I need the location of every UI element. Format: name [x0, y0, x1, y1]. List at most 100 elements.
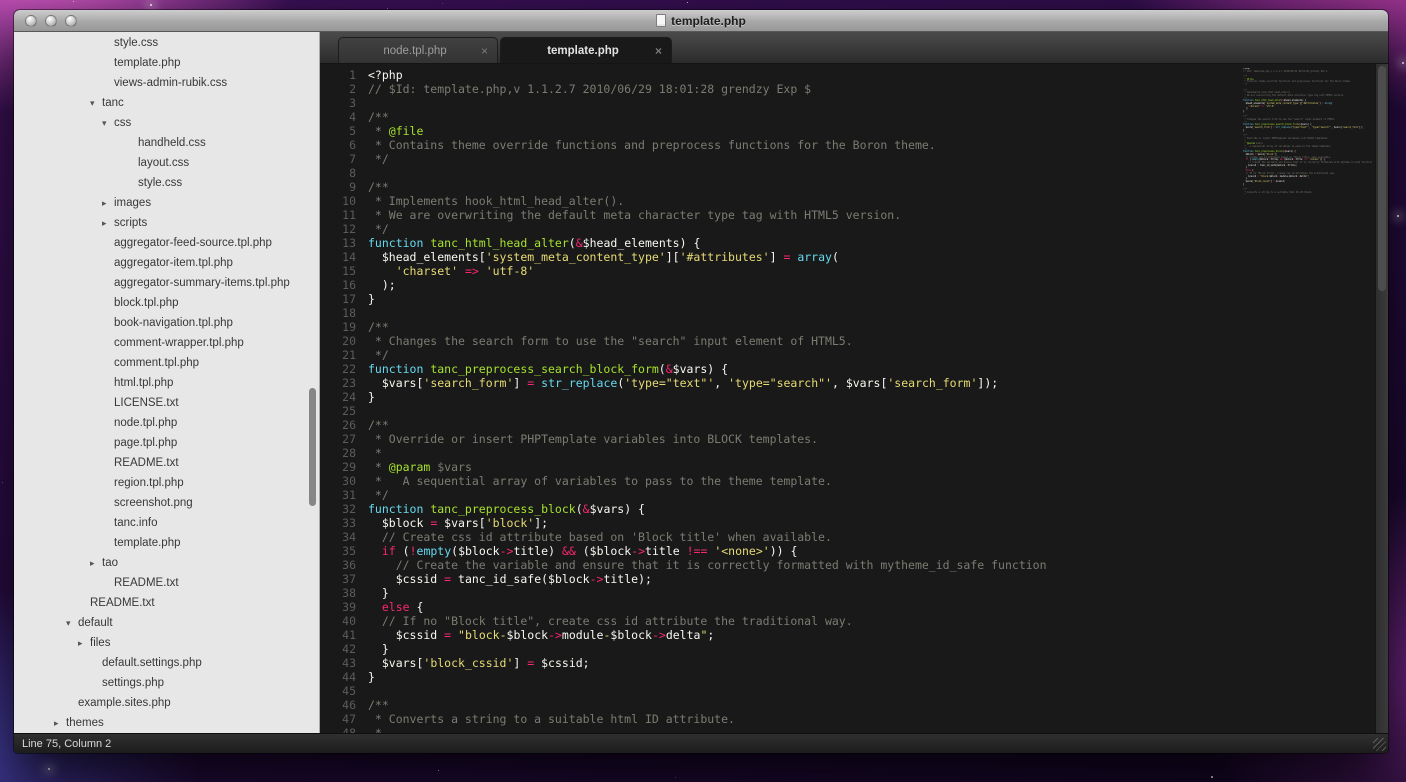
code-line[interactable]: */	[368, 222, 1047, 236]
tree-item[interactable]: style.css	[14, 33, 319, 53]
tree-item[interactable]: ▸images	[14, 193, 319, 213]
tree-item[interactable]: template.php	[14, 533, 319, 553]
code-line[interactable]: * A sequential array of variables to pas…	[368, 474, 1047, 488]
tree-item[interactable]: ▸tao	[14, 553, 319, 573]
code-line[interactable]: $cssid = tanc_id_safe($block->title);	[368, 572, 1047, 586]
code-line[interactable]: function tanc_preprocess_block(&$vars) {	[368, 502, 1047, 516]
tree-item[interactable]: block.tpl.php	[14, 293, 319, 313]
tree-item[interactable]: comment-wrapper.tpl.php	[14, 333, 319, 353]
code-line[interactable]: /**	[368, 418, 1047, 432]
tree-item[interactable]: screenshot.png	[14, 493, 319, 513]
tree-item[interactable]: ▸files	[14, 633, 319, 653]
tree-item[interactable]: ▾tanc	[14, 93, 319, 113]
code-line[interactable]: );	[368, 278, 1047, 292]
tree-item[interactable]: node.tpl.php	[14, 413, 319, 433]
tree-item[interactable]: ▸themes	[14, 713, 319, 733]
code-line[interactable]	[368, 404, 1047, 418]
code-line[interactable]: *	[368, 726, 1047, 733]
code-line[interactable]: $head_elements['system_meta_content_type…	[368, 250, 1047, 264]
code-line[interactable]: 'charset' => 'utf-8'	[368, 264, 1047, 278]
code-line[interactable]: else {	[368, 600, 1047, 614]
code-line[interactable]: <?php	[368, 68, 1047, 82]
code-line[interactable]: // Create css id attribute based on 'Blo…	[368, 530, 1047, 544]
disclosure-triangle-icon[interactable]: ▸	[90, 553, 102, 573]
tab-close-icon[interactable]: ×	[475, 45, 488, 57]
tree-item[interactable]: book-navigation.tpl.php	[14, 313, 319, 333]
tree-item[interactable]: aggregator-summary-items.tpl.php	[14, 273, 319, 293]
code-line[interactable]: * Implements hook_html_head_alter().	[368, 194, 1047, 208]
code-line[interactable]: /**	[368, 698, 1047, 712]
code-line[interactable]: $cssid = "block-$block->module-$block->d…	[368, 628, 1047, 642]
code-line[interactable]: // Create the variable and ensure that i…	[368, 558, 1047, 572]
tree-item[interactable]: page.tpl.php	[14, 433, 319, 453]
code-area[interactable]: <?php// $Id: template.php,v 1.1.2.7 2010…	[368, 68, 1047, 733]
code-line[interactable]: * @param $vars	[368, 460, 1047, 474]
code-line[interactable]: $vars['block_cssid'] = $cssid;	[368, 656, 1047, 670]
tree-item[interactable]: tanc.info	[14, 513, 319, 533]
code-line[interactable]	[368, 306, 1047, 320]
code-line[interactable]: }	[368, 670, 1047, 684]
tree-item[interactable]: example.sites.php	[14, 693, 319, 713]
code-line[interactable]	[368, 684, 1047, 698]
code-editor[interactable]: 1234567891011121314151617181920212223242…	[320, 64, 1388, 733]
code-line[interactable]: */	[368, 348, 1047, 362]
tree-item[interactable]: style.css	[14, 173, 319, 193]
disclosure-triangle-icon[interactable]: ▸	[102, 193, 114, 213]
disclosure-triangle-icon[interactable]: ▾	[102, 113, 114, 133]
code-line[interactable]: *	[368, 446, 1047, 460]
tree-item[interactable]: html.tpl.php	[14, 373, 319, 393]
tree-item[interactable]: aggregator-item.tpl.php	[14, 253, 319, 273]
code-line[interactable]: */	[368, 152, 1047, 166]
disclosure-triangle-icon[interactable]: ▸	[102, 213, 114, 233]
code-line[interactable]: /**	[368, 180, 1047, 194]
tab-close-icon[interactable]: ×	[649, 45, 662, 57]
tree-item[interactable]: handheld.css	[14, 133, 319, 153]
tab-template.php[interactable]: template.php×	[500, 37, 672, 63]
tree-item[interactable]: layout.css	[14, 153, 319, 173]
sidebar-scrollbar[interactable]	[309, 388, 316, 506]
tree-item[interactable]: views-admin-rubik.css	[14, 73, 319, 93]
tree-item[interactable]: region.tpl.php	[14, 473, 319, 493]
disclosure-triangle-icon[interactable]: ▾	[90, 93, 102, 113]
code-line[interactable]: function tanc_html_head_alter(&$head_ele…	[368, 236, 1047, 250]
code-line[interactable]: * Override or insert PHPTemplate variabl…	[368, 432, 1047, 446]
code-line[interactable]: $vars['search_form'] = str_replace('type…	[368, 376, 1047, 390]
code-line[interactable]: }	[368, 292, 1047, 306]
tree-item[interactable]: README.txt	[14, 593, 319, 613]
code-line[interactable]: * Changes the search form to use the "se…	[368, 334, 1047, 348]
code-line[interactable]: }	[368, 390, 1047, 404]
code-line[interactable]: * Converts a string to a suitable html I…	[368, 712, 1047, 726]
code-line[interactable]: }	[368, 642, 1047, 656]
code-line[interactable]: // $Id: template.php,v 1.1.2.7 2010/06/2…	[368, 82, 1047, 96]
disclosure-triangle-icon[interactable]: ▸	[54, 713, 66, 733]
tree-item[interactable]: ▾css	[14, 113, 319, 133]
code-line[interactable]: // If no "Block title", create css id at…	[368, 614, 1047, 628]
tree-item[interactable]: template.php	[14, 53, 319, 73]
tree-item[interactable]: comment.tpl.php	[14, 353, 319, 373]
code-line[interactable]: */	[368, 488, 1047, 502]
zoom-button[interactable]	[65, 15, 77, 27]
close-button[interactable]	[25, 15, 37, 27]
resize-grip[interactable]	[1373, 738, 1386, 751]
code-line[interactable]: * Contains theme override functions and …	[368, 138, 1047, 152]
editor-scrollbar-thumb[interactable]	[1378, 66, 1386, 291]
minimize-button[interactable]	[45, 15, 57, 27]
minimap[interactable]: <?php// $Id: template.php,v 1.1.2.7 2010…	[1243, 68, 1373, 197]
tab-node.tpl.php[interactable]: node.tpl.php×	[338, 37, 498, 63]
code-line[interactable]: /**	[368, 110, 1047, 124]
tree-item[interactable]: ▸scripts	[14, 213, 319, 233]
tree-item[interactable]: README.txt	[14, 453, 319, 473]
code-line[interactable]: $block = $vars['block'];	[368, 516, 1047, 530]
tree-item[interactable]: ▾default	[14, 613, 319, 633]
code-line[interactable]: if (!empty($block->title) && ($block->ti…	[368, 544, 1047, 558]
tree-item[interactable]: README.txt	[14, 573, 319, 593]
tree-item[interactable]: LICENSE.txt	[14, 393, 319, 413]
code-line[interactable]: function tanc_preprocess_search_block_fo…	[368, 362, 1047, 376]
code-line[interactable]: * @file	[368, 124, 1047, 138]
code-line[interactable]	[368, 166, 1047, 180]
code-line[interactable]: }	[368, 586, 1047, 600]
disclosure-triangle-icon[interactable]: ▾	[66, 613, 78, 633]
code-line[interactable]	[368, 96, 1047, 110]
code-line[interactable]: * We are overwriting the default meta ch…	[368, 208, 1047, 222]
tree-item[interactable]: aggregator-feed-source.tpl.php	[14, 233, 319, 253]
